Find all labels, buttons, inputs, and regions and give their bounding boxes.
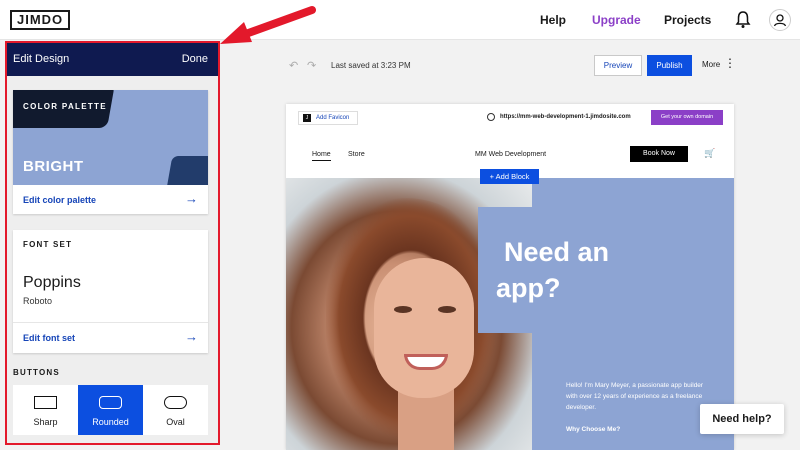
last-saved-status: Last saved at 3:23 PM: [331, 61, 411, 70]
site-nav-store[interactable]: Store: [348, 151, 365, 158]
smile-shape: [404, 354, 448, 370]
more-button[interactable]: More: [702, 60, 720, 69]
palette-shape-navy: [165, 156, 208, 185]
font-set-card[interactable]: FONT SET Poppins Roboto Edit font set →: [13, 230, 208, 353]
user-avatar-button[interactable]: [769, 9, 791, 31]
user-icon: [773, 14, 787, 27]
palette-preview: COLOR PALETTE BRIGHT: [13, 90, 208, 185]
add-favicon-button[interactable]: J Add Favicon: [298, 111, 358, 125]
add-block-button[interactable]: + Add Block: [480, 169, 539, 184]
why-choose-heading[interactable]: Why Choose Me?: [566, 426, 620, 433]
nav-help[interactable]: Help: [540, 13, 566, 27]
book-now-button[interactable]: Book Now: [630, 146, 688, 162]
eye-shape: [394, 306, 412, 313]
preview-button[interactable]: Preview: [594, 55, 642, 76]
edit-color-palette-link[interactable]: Edit color palette: [23, 195, 96, 205]
option-label: Rounded: [92, 417, 129, 427]
get-domain-button[interactable]: Get your own domain: [651, 110, 723, 125]
option-label: Sharp: [33, 417, 58, 427]
rounded-shape-icon: [99, 396, 122, 409]
secondary-font: Roboto: [23, 296, 53, 306]
button-style-sharp[interactable]: Sharp: [13, 385, 78, 435]
done-button[interactable]: Done: [182, 53, 208, 65]
option-label: Oval: [166, 417, 185, 427]
top-bar: JIMDO Help Upgrade Projects: [0, 0, 800, 40]
website-preview: J Add Favicon https://mm-web-development…: [286, 104, 734, 450]
headline-line-1: Need an: [504, 237, 610, 267]
more-vertical-icon[interactable]: ⋮: [724, 56, 736, 70]
publish-button[interactable]: Publish: [647, 55, 692, 76]
globe-icon: [487, 113, 495, 121]
face-shape: [374, 258, 474, 398]
nav-projects[interactable]: Projects: [664, 13, 711, 27]
nav-upgrade[interactable]: Upgrade: [592, 13, 641, 27]
jimdo-j-icon: J: [303, 114, 311, 122]
cart-icon[interactable]: 🛒: [704, 148, 715, 159]
annotation-arrow-icon: [220, 6, 316, 44]
font-set-label: FONT SET: [23, 240, 73, 249]
edit-design-panel: Edit Design Done COLOR PALETTE BRIGHT Ed…: [7, 43, 218, 443]
button-style-selector: Sharp Rounded Oval: [13, 385, 208, 435]
hero-headline[interactable]: Need an app?: [496, 234, 610, 306]
redo-icon[interactable]: ↷: [307, 59, 316, 72]
bell-icon[interactable]: [735, 10, 751, 30]
panel-header: Edit Design Done: [7, 43, 218, 76]
button-style-rounded[interactable]: Rounded: [78, 385, 143, 435]
undo-icon[interactable]: ↶: [289, 59, 298, 72]
palette-name: BRIGHT: [23, 158, 84, 175]
oval-shape-icon: [164, 396, 187, 409]
add-block-label: Add Block: [495, 172, 530, 181]
color-palette-card[interactable]: COLOR PALETTE BRIGHT Edit color palette …: [13, 90, 208, 214]
color-palette-label: COLOR PALETTE: [23, 102, 107, 111]
site-nav-home[interactable]: Home: [312, 151, 331, 161]
primary-font: Poppins: [23, 274, 81, 291]
jimdo-logo[interactable]: JIMDO: [10, 10, 71, 30]
hero-section[interactable]: Need an app? Hello! I'm Mary Meyer, a pa…: [286, 178, 734, 450]
sharp-shape-icon: [34, 396, 57, 409]
site-url[interactable]: https://mm-web-development-1.jimdosite.c…: [500, 114, 631, 120]
arrow-right-icon[interactable]: →: [185, 191, 198, 206]
need-help-button[interactable]: Need help?: [700, 404, 784, 434]
add-favicon-label: Add Favicon: [316, 115, 350, 121]
arrow-right-icon[interactable]: →: [185, 329, 198, 344]
buttons-label: BUTTONS: [13, 368, 60, 377]
divider: [13, 322, 208, 323]
bio-text[interactable]: Hello! I'm Mary Meyer, a passionate app …: [566, 380, 706, 413]
headline-line-2: app?: [496, 273, 561, 303]
button-style-oval[interactable]: Oval: [143, 385, 208, 435]
site-title[interactable]: MM Web Development: [475, 151, 546, 158]
panel-title: Edit Design: [13, 53, 70, 65]
eye-shape: [438, 306, 456, 313]
edit-font-set-link[interactable]: Edit font set: [23, 333, 75, 343]
